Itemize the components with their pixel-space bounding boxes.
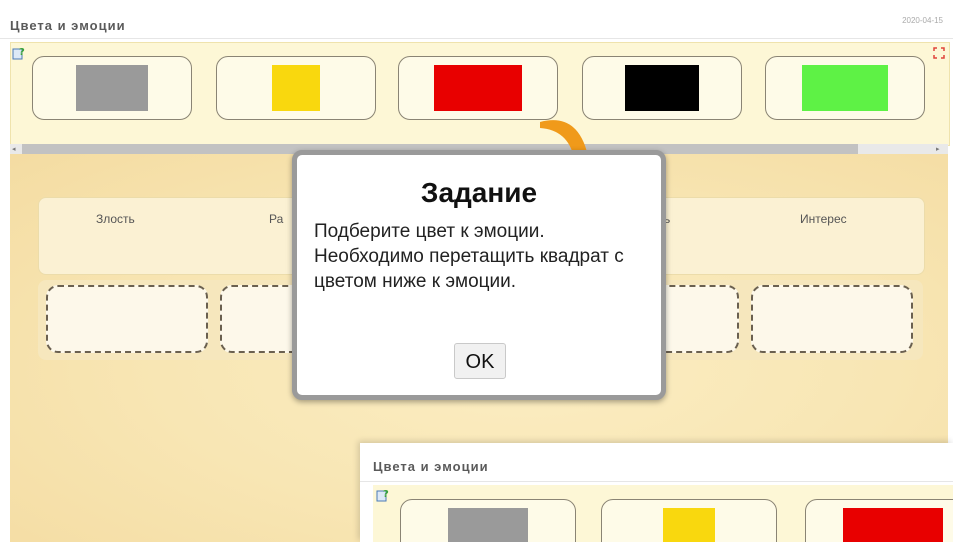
help-icon[interactable]: ? xyxy=(12,46,26,60)
black-swatch xyxy=(625,65,699,111)
ok-button[interactable]: OK xyxy=(454,343,506,379)
yellow-swatch xyxy=(272,65,320,111)
yellow-swatch xyxy=(663,508,715,542)
fullscreen-icon[interactable] xyxy=(933,47,945,59)
scroll-left-arrow-icon[interactable]: ◂ xyxy=(12,145,16,153)
date-stamp: 2020-04-15 xyxy=(902,16,943,25)
app-title: Цвета и эмоции xyxy=(10,18,126,33)
scroll-right-arrow-icon[interactable]: ▸ xyxy=(936,145,940,153)
svg-text:?: ? xyxy=(383,489,389,500)
svg-text:?: ? xyxy=(19,47,25,58)
task-dialog: Задание Подберите цвет к эмоции. Необход… xyxy=(292,150,666,400)
red-swatch xyxy=(434,65,522,111)
color-card-yellow[interactable] xyxy=(601,499,777,542)
header-divider xyxy=(0,38,953,39)
secondary-title: Цвета и эмоции xyxy=(373,459,489,474)
color-card-black[interactable] xyxy=(582,56,742,120)
color-card-gray[interactable] xyxy=(32,56,192,120)
color-card-gray[interactable] xyxy=(400,499,576,542)
color-card-red[interactable] xyxy=(398,56,558,120)
drop-zone[interactable] xyxy=(751,285,913,353)
color-card-yellow[interactable] xyxy=(216,56,376,120)
gray-swatch xyxy=(448,508,528,542)
green-swatch xyxy=(802,65,888,111)
help-icon[interactable]: ? xyxy=(376,488,390,502)
drop-zone[interactable] xyxy=(46,285,208,353)
secondary-divider xyxy=(360,481,953,482)
emotion-label-anger: Злость xyxy=(96,212,135,226)
emotion-label-interest: Интерес xyxy=(800,212,847,226)
secondary-screenshot: Цвета и эмоции ? xyxy=(360,443,953,542)
dialog-title: Задание xyxy=(420,177,538,208)
dialog-text: Подберите цвет к эмоции. Необходимо пере… xyxy=(314,221,624,292)
red-swatch xyxy=(843,508,943,542)
color-card-red[interactable] xyxy=(805,499,953,542)
emotion-label-joy: Ра xyxy=(269,212,284,226)
gray-swatch xyxy=(76,65,148,111)
color-card-green[interactable] xyxy=(765,56,925,120)
